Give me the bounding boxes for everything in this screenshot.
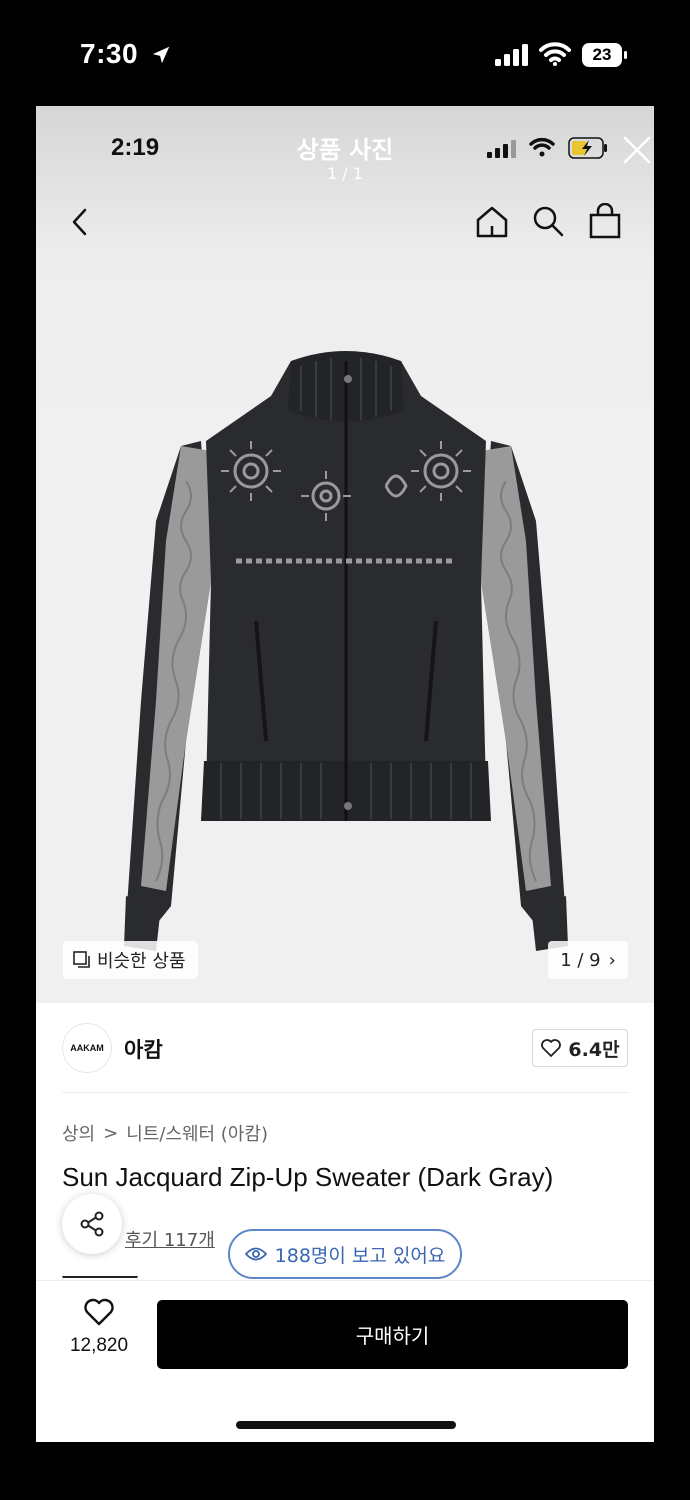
signal-icon <box>495 44 528 66</box>
brand-name[interactable]: 아캄 <box>124 1034 163 1064</box>
brand-like-button[interactable]: 6.4만 <box>532 1029 628 1067</box>
heart-icon <box>84 1298 114 1326</box>
outer-status-bar: 7:30 23 <box>0 0 690 106</box>
home-icon[interactable] <box>474 204 510 240</box>
page-indicator-text: 1 / 9 <box>560 949 601 971</box>
wishlist-button[interactable]: 12,820 <box>56 1297 142 1377</box>
share-button[interactable] <box>62 1194 122 1254</box>
wishlist-count: 12,820 <box>69 1335 129 1356</box>
viewers-text: 188명이 보고 있어요 <box>274 1244 446 1267</box>
product-image[interactable] <box>86 321 606 961</box>
similar-items-button[interactable]: 비슷한 상품 <box>63 941 198 979</box>
signal-icon <box>487 140 516 158</box>
divider <box>62 1092 628 1093</box>
heart-icon <box>541 1039 562 1057</box>
product-photo-area: 2:19 상품 사진 1 / 1 비슷한 상품 1 / 9 › <box>36 106 654 1003</box>
brand-logo[interactable]: AAKAM <box>62 1023 112 1073</box>
buy-button[interactable]: 구매하기 <box>157 1300 628 1369</box>
search-icon[interactable] <box>531 204 565 238</box>
similar-items-label: 비슷한 상품 <box>97 951 186 972</box>
home-indicator <box>236 1421 456 1429</box>
photo-page-indicator[interactable]: 1 / 9 › <box>548 941 628 979</box>
breadcrumb-subcategory[interactable]: 니트/스웨터 (아캄) <box>126 1120 268 1146</box>
review-count-link[interactable]: 후기 117개 <box>125 1226 215 1252</box>
screenshot-frame: 2:19 상품 사진 1 / 1 비슷한 상품 1 / 9 › AAKAM 아캄… <box>36 106 654 1442</box>
wifi-icon <box>539 42 571 66</box>
location-arrow-icon <box>152 46 170 64</box>
similar-items-icon <box>73 951 90 968</box>
purchase-bar: 12,820 구매하기 <box>36 1280 654 1442</box>
breadcrumb: 상의 > 니트/스웨터 (아캄) <box>62 1120 268 1146</box>
viewers-badge: 188명이 보고 있어요 <box>228 1229 462 1279</box>
photo-viewer-title: 상품 사진 <box>296 136 394 164</box>
back-arrow-icon[interactable] <box>68 206 92 238</box>
close-icon[interactable] <box>621 134 653 166</box>
brand-like-count: 6.4만 <box>568 1038 620 1061</box>
outer-status-time: 7:30 <box>80 38 139 69</box>
product-title: Sun Jacquard Zip-Up Sweater (Dark Gray) <box>62 1162 554 1192</box>
chevron-right-icon: › <box>608 949 616 971</box>
battery-level: 23 <box>592 45 612 64</box>
breadcrumb-category[interactable]: 상의 <box>62 1120 95 1146</box>
shopping-bag-icon[interactable] <box>588 203 622 239</box>
wifi-icon <box>529 137 555 157</box>
battery-icon <box>568 137 607 159</box>
photo-viewer-count: 1 / 1 <box>327 164 363 183</box>
share-icon <box>80 1211 104 1237</box>
breadcrumb-separator: > <box>103 1122 119 1144</box>
eye-icon <box>244 1247 267 1261</box>
